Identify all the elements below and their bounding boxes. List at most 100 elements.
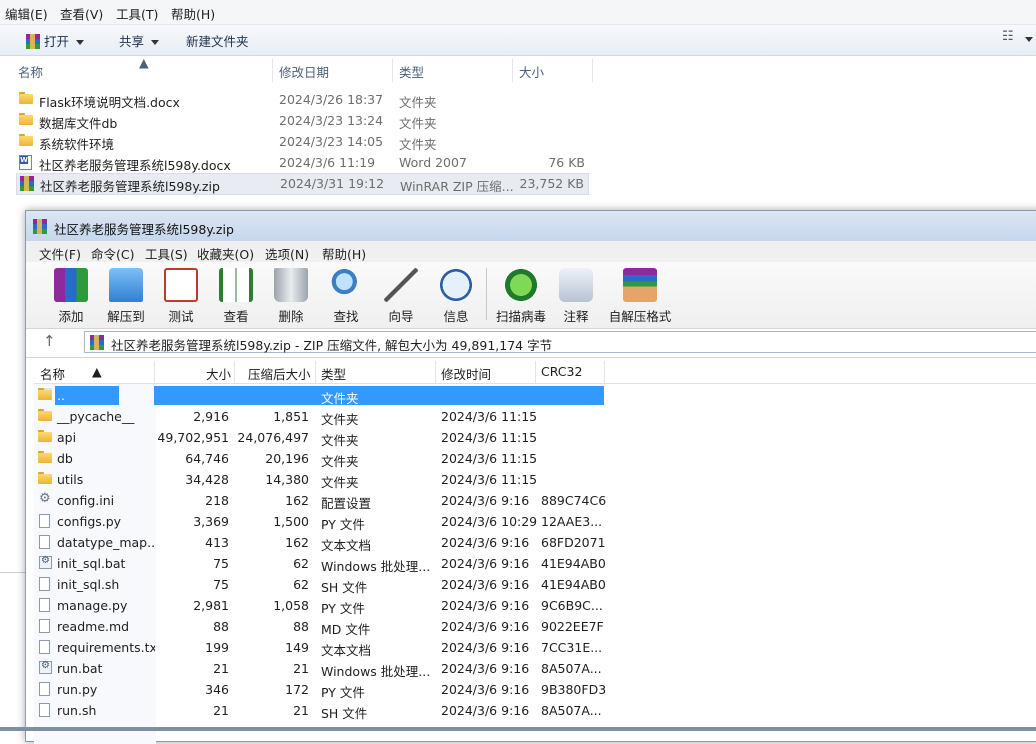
file-name: __pycache__ — [57, 409, 135, 424]
info-button[interactable]: 信息 — [428, 266, 484, 324]
chevron-down-icon[interactable] — [1025, 37, 1033, 42]
file-crc: 9C6B9C... — [541, 598, 603, 613]
menu-tools[interactable]: 工具(S) — [145, 244, 188, 263]
list-item[interactable]: run.sh 21 21 SH 文件 2024/3/6 9:16 8A507A.… — [34, 700, 604, 721]
list-item[interactable]: db 64,746 20,196 文件夹 2024/3/6 11:15 — [34, 448, 604, 469]
explorer-row-selected[interactable]: 社区养老服务管理系统l598y.zip 2024/3/31 19:12 WinR… — [16, 173, 589, 195]
menu-command[interactable]: 命令(C) — [91, 244, 134, 263]
file-size: 21 — [213, 661, 229, 676]
magnifier-icon — [329, 268, 363, 302]
file-type: 文件夹 — [399, 137, 437, 152]
file-type: SH 文件 — [321, 580, 368, 595]
file-icon — [39, 598, 50, 612]
list-item[interactable]: configs.py 3,369 1,500 PY 文件 2024/3/6 10… — [34, 511, 604, 532]
menu-tools[interactable]: 工具(T) — [116, 4, 158, 23]
menu-file[interactable]: 文件(F) — [39, 244, 81, 263]
col-date[interactable]: 修改日期 — [279, 62, 329, 81]
file-modified: 2024/3/6 11:15 — [441, 451, 538, 466]
sort-up-icon: ▲ — [92, 364, 102, 379]
file-size: 2,981 — [193, 598, 229, 613]
extract-folder-icon — [109, 268, 143, 302]
file-name: Flask环境说明文档.docx — [39, 95, 180, 110]
file-crc: 8A507A... — [541, 703, 602, 718]
file-size: 346 — [205, 682, 229, 697]
file-crc: 7CC31E... — [541, 640, 603, 655]
file-packed: 21 — [293, 661, 309, 676]
file-type: PY 文件 — [321, 685, 365, 700]
col-name[interactable]: 名称 — [18, 62, 43, 81]
share-button[interactable]: 共享 — [119, 31, 160, 50]
list-item[interactable]: run.py 346 172 PY 文件 2024/3/6 9:16 9B380… — [34, 679, 606, 700]
list-item[interactable]: utils 34,428 14,380 文件夹 2024/3/6 11:15 — [34, 469, 604, 490]
file-icon — [39, 535, 50, 549]
title-bar[interactable]: 社区养老服务管理系统l598y.zip — [26, 211, 1036, 241]
file-name: api — [57, 430, 77, 445]
sfx-button[interactable]: 自解压格式 — [609, 266, 671, 324]
col-crc[interactable]: CRC32 — [541, 364, 582, 379]
archive-path-box[interactable]: 社区养老服务管理系统l598y.zip - ZIP 压缩文件, 解包大小为 49… — [84, 331, 1036, 353]
file-date: 2024/3/23 13:24 — [279, 113, 384, 128]
file-modified: 2024/3/6 9:16 — [441, 682, 530, 697]
file-packed: 21 — [293, 703, 309, 718]
col-type[interactable]: 类型 — [321, 364, 346, 383]
col-packed[interactable]: 压缩后大小 — [248, 364, 311, 383]
col-size[interactable]: 大小 — [519, 62, 544, 81]
file-crc: 41E94AB0 — [541, 577, 606, 592]
chevron-down-icon — [76, 40, 85, 45]
explorer-row[interactable]: Flask环境说明文档.docx 2024/3/26 18:37 文件夹 — [16, 90, 589, 110]
list-item[interactable]: init_sql.sh 75 62 SH 文件 2024/3/6 9:16 41… — [34, 574, 606, 595]
list-item[interactable]: api 49,702,951 24,076,497 文件夹 2024/3/6 1… — [34, 427, 604, 448]
list-item[interactable]: config.ini 218 162 配置设置 2024/3/6 9:16 88… — [34, 490, 606, 511]
explorer-row[interactable]: 数据库文件db 2024/3/23 13:24 文件夹 — [16, 111, 589, 131]
new-folder-button[interactable]: 新建文件夹 — [186, 31, 249, 50]
file-type: 文件夹 — [321, 412, 359, 427]
list-item[interactable]: datatype_map.... 413 162 文本文档 2024/3/6 9… — [34, 532, 606, 553]
file-name: run.py — [57, 682, 98, 697]
col-modified[interactable]: 修改时间 — [441, 364, 491, 383]
sfx-box-icon — [623, 268, 657, 302]
file-modified: 2024/3/6 11:15 — [441, 430, 538, 445]
list-item[interactable]: run.bat 21 21 Windows 批处理... 2024/3/6 9:… — [34, 658, 604, 679]
file-crc: 8A507A... — [541, 661, 602, 676]
file-modified: 2024/3/6 9:16 — [441, 556, 530, 571]
file-packed: 1,058 — [273, 598, 309, 613]
col-name[interactable]: 名称 — [40, 364, 65, 383]
list-item[interactable]: requirements.txt 199 149 文本文档 2024/3/6 9… — [34, 637, 604, 658]
file-size: 21 — [213, 703, 229, 718]
explorer-row[interactable]: 社区养老服务管理系统l598y.docx 2024/3/6 11:19 Word… — [16, 153, 589, 173]
file-size: 76 KB — [548, 155, 585, 170]
menu-options[interactable]: 选项(N) — [265, 244, 309, 263]
chevron-down-icon — [151, 40, 160, 45]
rar-archive-icon — [33, 219, 47, 234]
menu-view[interactable]: 查看(V) — [60, 4, 103, 23]
view-options-icon[interactable]: ☷ — [1002, 29, 1014, 44]
menu-help[interactable]: 帮助(H) — [322, 244, 366, 263]
col-type[interactable]: 类型 — [399, 62, 424, 81]
file-size: 3,369 — [193, 514, 229, 529]
explorer-menubar: 编辑(E) 查看(V) 工具(T) 帮助(H) — [0, 0, 1036, 25]
open-button[interactable]: 打开 — [26, 31, 85, 50]
file-icon — [39, 703, 50, 717]
file-name: manage.py — [57, 598, 128, 613]
list-item[interactable]: __pycache__ 2,916 1,851 文件夹 2024/3/6 11:… — [34, 406, 604, 427]
file-icon — [39, 640, 50, 654]
file-icon — [39, 577, 50, 591]
file-type: MD 文件 — [321, 622, 371, 637]
menu-favorites[interactable]: 收藏夹(O) — [197, 244, 254, 263]
comment-button[interactable]: 注释 — [548, 266, 604, 324]
menu-edit[interactable]: 编辑(E) — [5, 4, 48, 23]
menu-help[interactable]: 帮助(H) — [171, 4, 215, 23]
col-size[interactable]: 大小 — [206, 364, 231, 383]
list-item[interactable]: manage.py 2,981 1,058 PY 文件 2024/3/6 9:1… — [34, 595, 604, 616]
up-arrow-icon[interactable]: ↑ — [43, 332, 56, 350]
list-item[interactable]: readme.md 88 88 MD 文件 2024/3/6 9:16 9022… — [34, 616, 604, 637]
list-item[interactable]: init_sql.bat 75 62 Windows 批处理... 2024/3… — [34, 553, 606, 574]
file-size: 64,746 — [185, 451, 229, 466]
file-modified: 2024/3/6 9:16 — [441, 640, 530, 655]
folder-icon — [38, 472, 52, 484]
list-item-parent[interactable]: .. 文件夹 — [34, 385, 604, 406]
explorer-row[interactable]: 系统软件环境 2024/3/23 14:05 文件夹 — [16, 132, 589, 152]
file-type: 配置设置 — [321, 496, 372, 511]
file-type: WinRAR ZIP 压缩... — [400, 179, 514, 194]
settings-file-icon — [39, 491, 53, 507]
